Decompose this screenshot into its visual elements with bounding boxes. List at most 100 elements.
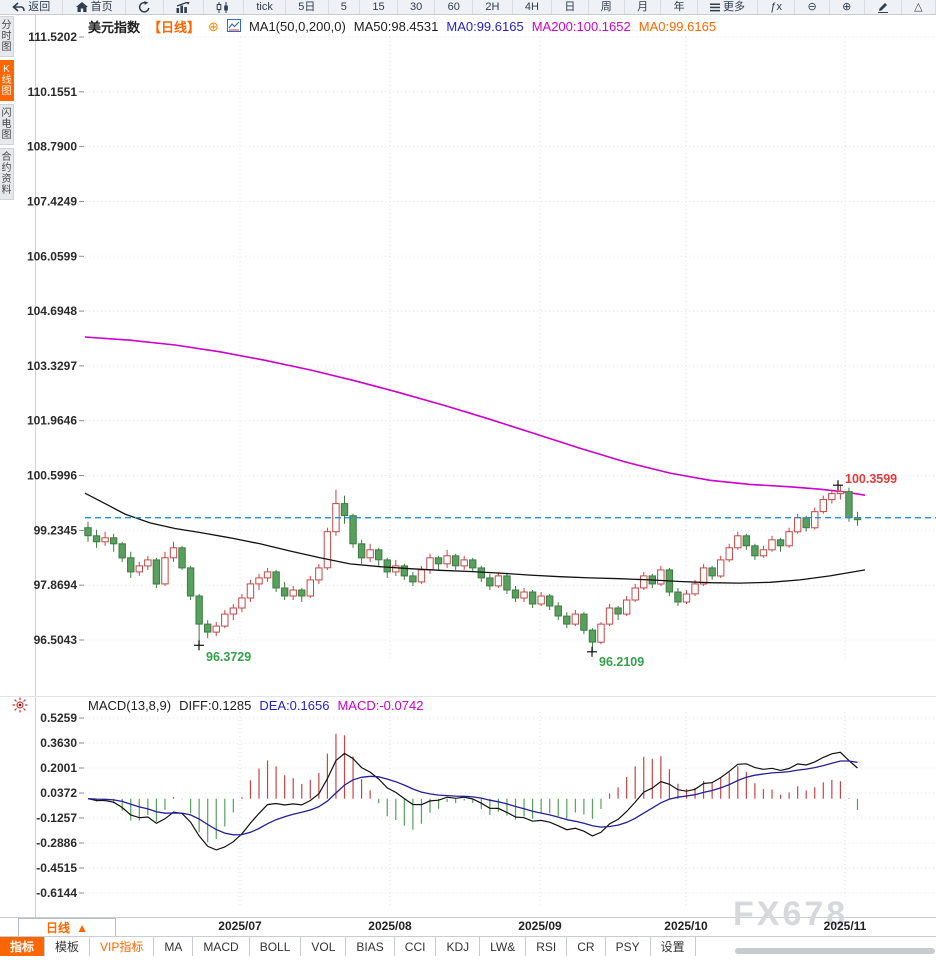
interval-5d-button[interactable]: 5日 — [286, 0, 329, 14]
interval-tick-button-label: tick — [256, 1, 273, 14]
interval-60-button-label: 60 — [448, 1, 460, 14]
back-button[interactable]: 返回 — [0, 0, 63, 14]
svg-text:106.0599: 106.0599 — [27, 249, 77, 263]
fx-indicator-button[interactable]: ƒx — [758, 0, 795, 14]
fx-indicator-button-label: ƒx — [770, 1, 782, 14]
back-button-label: 返回 — [28, 1, 50, 14]
legend-part-4: MA1(50,0,200,0) — [249, 19, 346, 34]
menu-icon — [710, 3, 720, 12]
tab-kline-chart[interactable]: K线图 — [0, 60, 14, 101]
macd-header-part-2: DEA:0.1656 — [259, 698, 329, 713]
mini-chart-icon — [227, 19, 241, 35]
x-axis-label-3: 2025/10 — [664, 919, 707, 933]
top-toolbar: 返回首页 tick 5日 515 30 60 2H 4H 日 周月 年 更多 ƒx ⊖ ⊕ △ — [0, 0, 936, 15]
refresh-icon — [138, 1, 151, 13]
horizontal-scrollbar[interactable] — [735, 948, 935, 954]
interval-year-button-label: 年 — [674, 1, 685, 14]
btn-cci[interactable]: CCI — [395, 937, 437, 956]
macd-header: MACD(13,8,9)DIFF:0.1285DEA:0.1656MACD:-0… — [88, 698, 423, 713]
interval-tick-button[interactable]: tick — [244, 0, 286, 14]
interval-4h-button-label: 4H — [525, 1, 539, 14]
svg-text:99.2345: 99.2345 — [34, 523, 78, 537]
svg-text:96.2109: 96.2109 — [599, 655, 644, 669]
bar-chart-icon — [176, 2, 190, 13]
svg-text:0.2001: 0.2001 — [40, 761, 77, 775]
svg-text:0.5259: 0.5259 — [40, 711, 77, 725]
x-axis-label-2: 2025/09 — [518, 919, 561, 933]
bar-chart-button[interactable] — [164, 0, 203, 14]
btn-vip-indicator[interactable]: VIP指标 — [90, 937, 154, 956]
interval-month-button[interactable]: 月 — [625, 0, 661, 14]
btn-rsi[interactable]: RSI — [526, 937, 567, 956]
svg-text:96.3729: 96.3729 — [206, 650, 251, 664]
zoom-out-button[interactable]: ⊖ — [795, 0, 830, 14]
interval-5-button[interactable]: 5 — [329, 0, 361, 14]
chart-type-sidebar: 分时图 K线图闪电图合约资料 — [0, 16, 14, 200]
interval-5d-button-label: 5日 — [298, 1, 315, 14]
interval-2h-button[interactable]: 2H — [473, 0, 512, 14]
shape-tool-button[interactable]: △ — [902, 0, 936, 14]
candle-chart-button[interactable] — [204, 0, 244, 14]
period-selector-button[interactable]: 日线 ▲ — [18, 918, 116, 937]
indicator-settings-icon[interactable] — [12, 697, 28, 718]
zoom-out-button-label: ⊖ — [807, 1, 816, 14]
svg-text:96.5043: 96.5043 — [34, 633, 78, 647]
btn-indicator[interactable]: 指标 — [0, 937, 45, 956]
macd-header-part-3: MACD:-0.0742 — [337, 698, 423, 713]
price-chart[interactable]: 111.5202110.1551108.7900107.4249106.0599… — [0, 0, 936, 955]
svg-text:100.5996: 100.5996 — [27, 469, 77, 483]
legend-part-1: 【日线】 — [148, 17, 200, 36]
interval-30-button[interactable]: 30 — [398, 0, 436, 14]
tab-contract-info[interactable]: 合约资料 — [0, 148, 14, 200]
svg-text:0.3630: 0.3630 — [40, 736, 77, 750]
tab-time-chart[interactable]: 分时图 — [0, 16, 14, 57]
refresh-button[interactable] — [126, 0, 164, 14]
zoom-in-button-label: ⊕ — [842, 1, 851, 14]
svg-text:110.1551: 110.1551 — [28, 85, 78, 99]
interval-4h-button[interactable]: 4H — [513, 0, 552, 14]
interval-day-button-label: 日 — [564, 1, 575, 14]
interval-year-button[interactable]: 年 — [661, 0, 697, 14]
interval-2h-button-label: 2H — [485, 1, 499, 14]
tab-lightning-chart[interactable]: 闪电图 — [0, 104, 14, 145]
interval-week-button[interactable]: 周 — [589, 0, 625, 14]
interval-day-button[interactable]: 日 — [552, 0, 588, 14]
x-axis-label-0: 2025/07 — [218, 919, 261, 933]
svg-text:-0.1257: -0.1257 — [36, 811, 77, 825]
triangle-up-icon: ▲ — [76, 921, 88, 935]
period-label: 日线 — [46, 919, 70, 936]
legend-chart-icon — [227, 19, 241, 32]
legend-part-0: 美元指数 — [88, 17, 140, 36]
legend-part-8: MA0:99.6165 — [639, 19, 716, 34]
interval-30-button-label: 30 — [410, 1, 422, 14]
svg-text:103.3297: 103.3297 — [27, 359, 77, 373]
btn-ma[interactable]: MA — [154, 937, 193, 956]
interval-60-button[interactable]: 60 — [435, 0, 473, 14]
btn-template[interactable]: 模板 — [45, 937, 90, 956]
pencil-icon — [877, 1, 889, 13]
btn-boll[interactable]: BOLL — [250, 937, 302, 956]
zoom-in-button[interactable]: ⊕ — [830, 0, 865, 14]
btn-vol[interactable]: VOL — [301, 937, 346, 956]
chart-legend: 美元指数【日线】 ⊕ MA1(50,0,200,0) MA50:98.4531 MA0:… — [88, 17, 716, 36]
draw-tool-button[interactable] — [865, 0, 902, 14]
legend-part-2: ⊕ — [208, 19, 219, 35]
btn-bias[interactable]: BIAS — [346, 937, 394, 956]
interval-month-button-label: 月 — [637, 1, 648, 14]
btn-psy[interactable]: PSY — [606, 937, 651, 956]
btn-lw[interactable]: LW& — [480, 937, 526, 956]
btn-kdj[interactable]: KDJ — [436, 937, 480, 956]
btn-macd[interactable]: MACD — [193, 937, 249, 956]
home-icon — [76, 2, 88, 13]
btn-cr[interactable]: CR — [567, 937, 605, 956]
more-button[interactable]: 更多 — [698, 0, 758, 14]
legend-part-5: MA50:98.4531 — [354, 19, 439, 34]
chart-canvas[interactable]: 111.5202110.1551108.7900107.4249106.0599… — [0, 0, 936, 955]
svg-text:100.3599: 100.3599 — [845, 472, 897, 486]
btn-settings[interactable]: 设置 — [651, 937, 696, 956]
svg-text:-0.4515: -0.4515 — [36, 861, 77, 875]
home-button[interactable]: 首页 — [63, 0, 125, 14]
interval-15-button[interactable]: 15 — [360, 0, 398, 14]
more-button-label: 更多 — [723, 1, 745, 14]
x-axis-label-4: 2025/11 — [824, 919, 867, 933]
